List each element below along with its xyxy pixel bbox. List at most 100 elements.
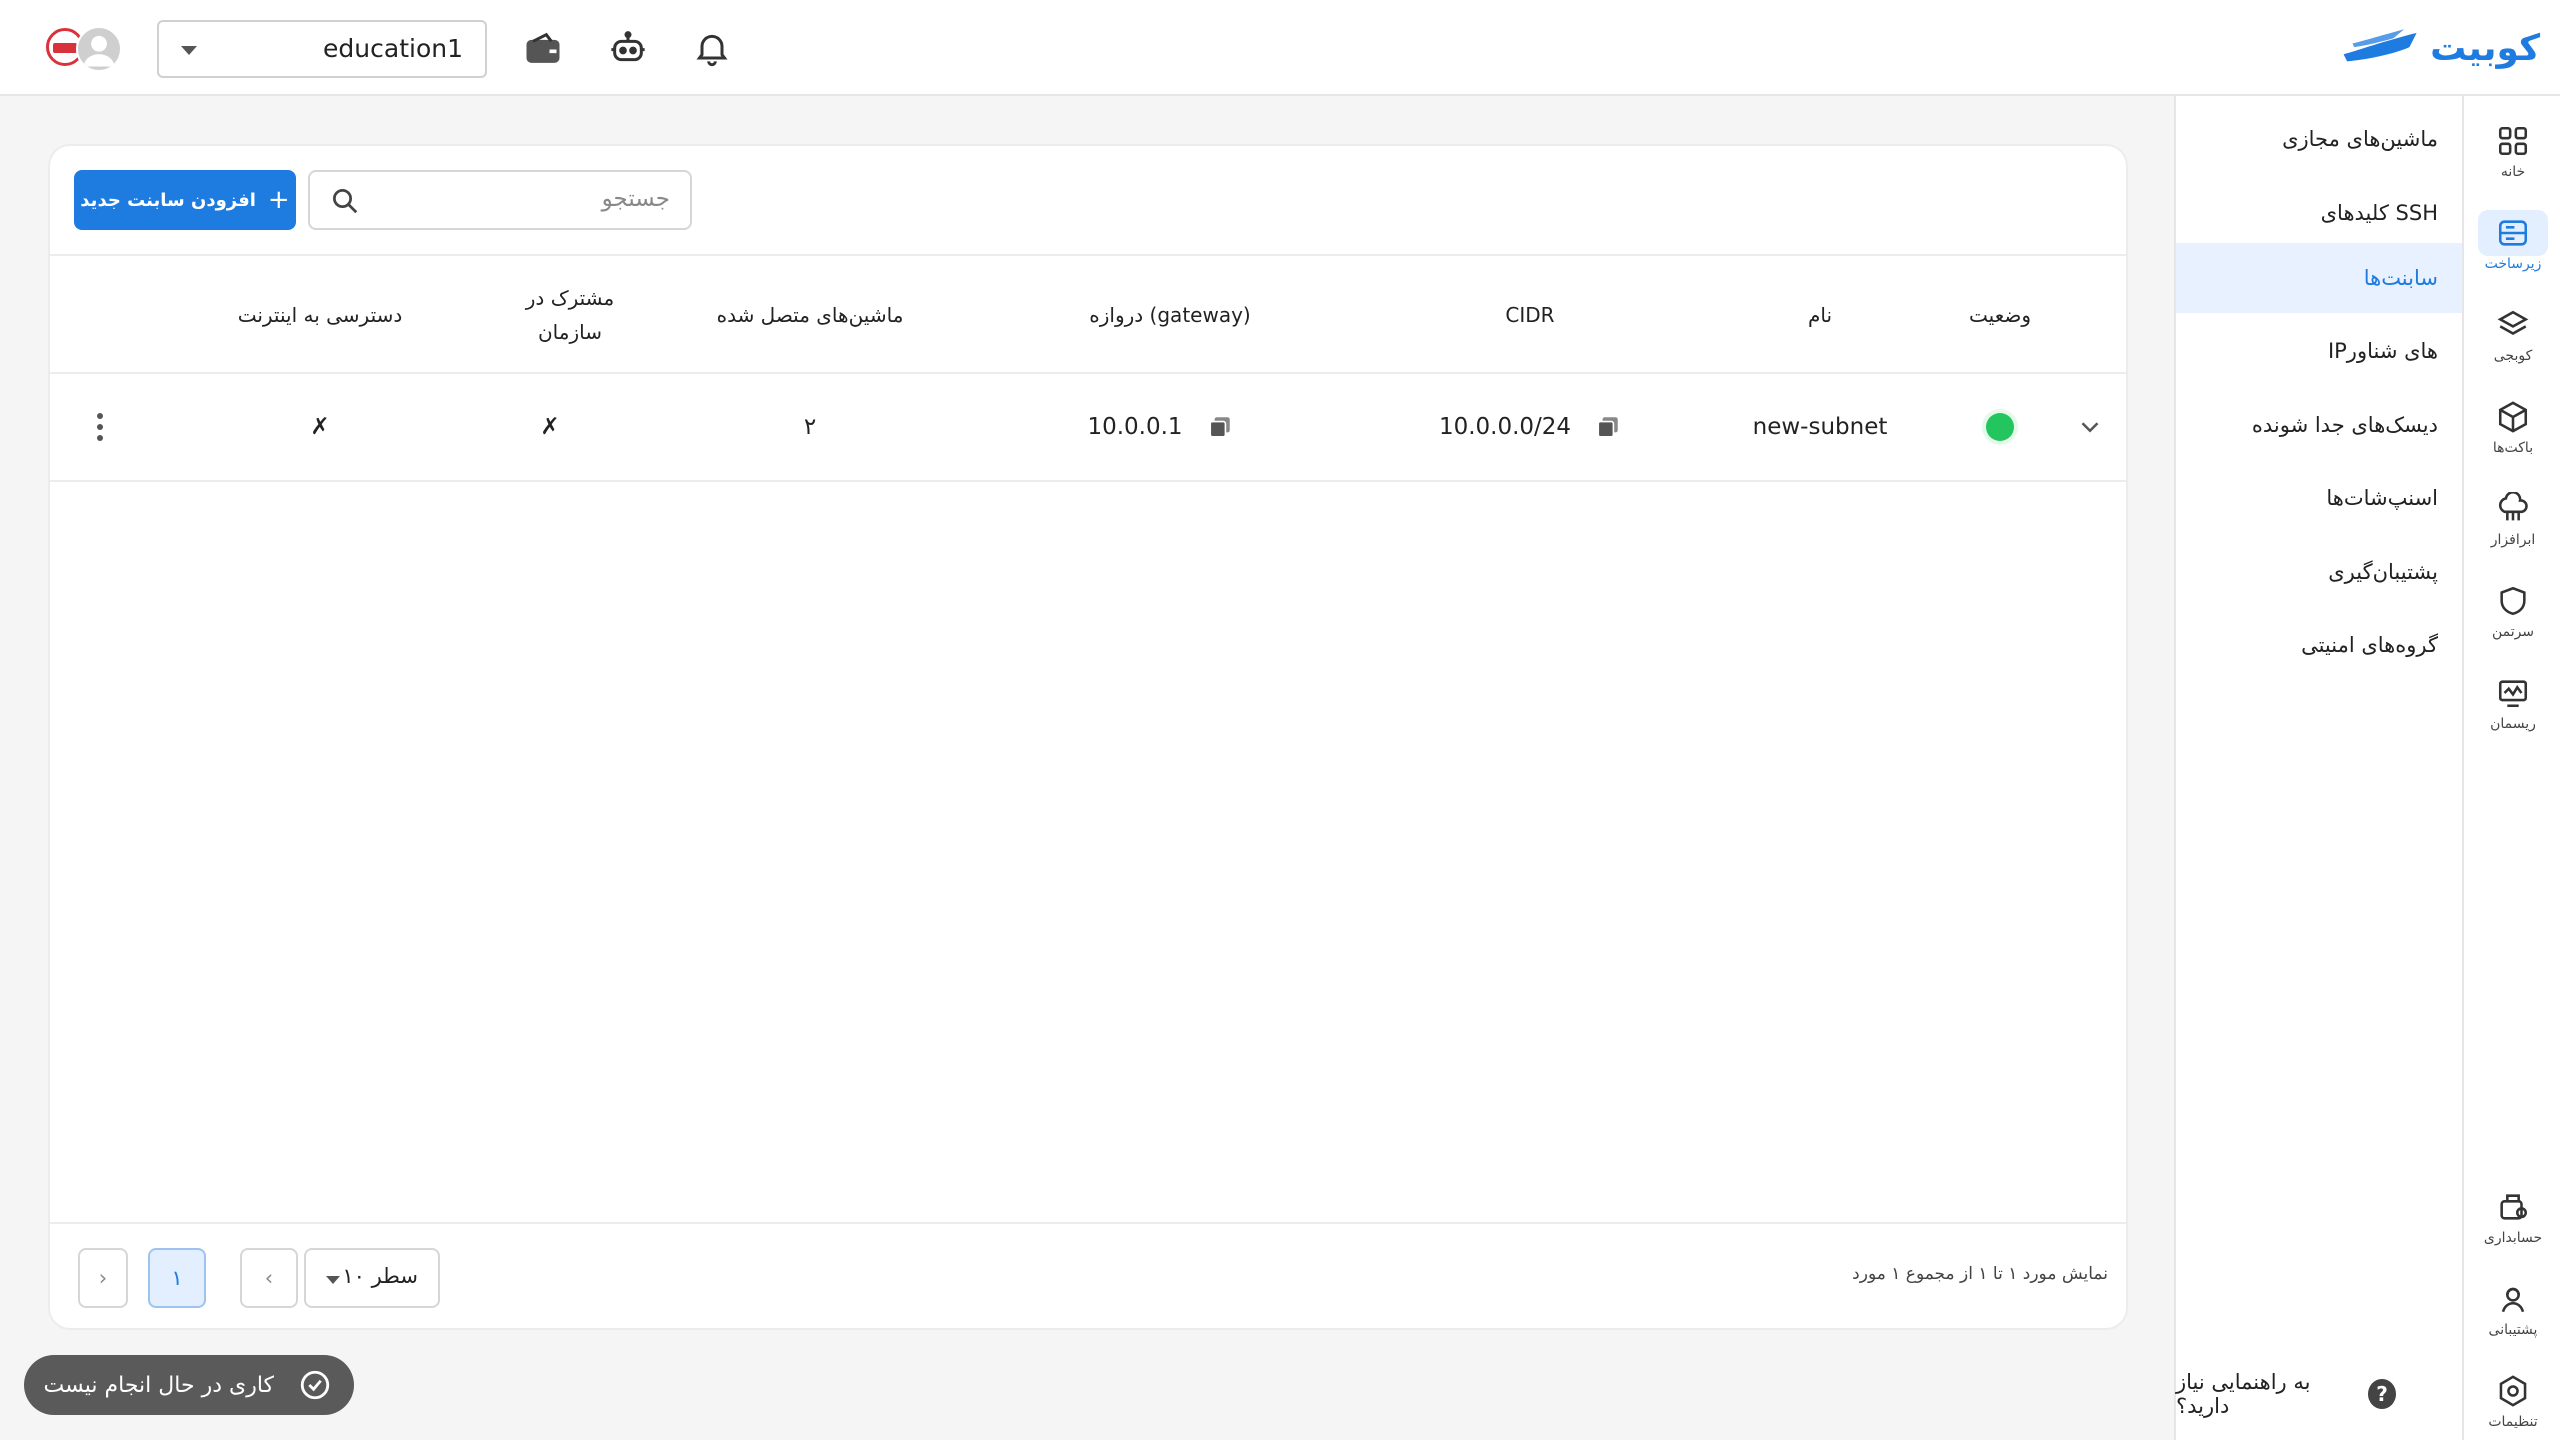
rail-item-label: خانه <box>2500 164 2526 180</box>
table-footer: نمایش مورد ۱ تا ۱ از مجموع ۱ مورد ۱۰ سطر… <box>50 1222 2126 1328</box>
check-circle-icon <box>300 1370 330 1400</box>
column-header-internet: دسترسی به اینترنت <box>237 303 403 327</box>
rows-per-page-value: ۱۰ سطر <box>342 1264 418 1288</box>
chevron-right-icon: › <box>98 1266 108 1290</box>
pagination-prev-button[interactable]: › <box>78 1248 128 1308</box>
row-shared: ✗ <box>540 414 560 440</box>
rail-item-home[interactable]: خانه <box>2464 110 2560 194</box>
row-gateway: 10.0.0.1 <box>1010 374 1310 480</box>
icon-rail: خانه زیرساخت کوبجی باکت‌ها ابرافزار سرتم… <box>2462 96 2560 1440</box>
task-status-text: کاری در حال انجام نیست <box>43 1372 274 1398</box>
rail-item-cloud-app[interactable]: ابرافزار <box>2464 478 2560 562</box>
submenu-item-label: IPهای شناور <box>2327 339 2438 363</box>
user-icon <box>83 35 115 67</box>
row-internet: ✗ <box>310 414 330 440</box>
copy-icon[interactable] <box>1595 414 1621 440</box>
kebab-menu-icon <box>97 413 103 441</box>
rail-item-label: کوبجی <box>2493 348 2533 364</box>
cloud-app-icon <box>2498 492 2528 521</box>
brand-logo-text: کوبیت <box>2430 27 2541 69</box>
accounting-icon <box>2500 1194 2528 1220</box>
grid-icon <box>2498 126 2528 156</box>
table-row[interactable]: new-subnet 10.0.0.0/24 10.0.0.1 ۲ ✗ ✗ <box>50 374 2126 482</box>
row-actions-button[interactable] <box>78 374 122 480</box>
rail-item-label: حسابداری <box>2483 1230 2543 1246</box>
submenu-item-label: کلیدهای SSH <box>2320 201 2438 225</box>
column-header-gateway: دروازه (gateway) <box>1089 303 1251 327</box>
rail-item-buckets[interactable]: باکت‌ها <box>2464 386 2560 470</box>
support-icon <box>2501 1287 2525 1313</box>
wallet-button[interactable] <box>521 26 565 70</box>
rail-item-support[interactable]: پشتیبانی <box>2464 1268 2560 1352</box>
row-status <box>1930 374 2070 480</box>
layers-icon <box>2497 310 2529 335</box>
search-icon <box>333 189 358 214</box>
column-header-machines: ماشین‌های متصل شده <box>716 303 904 327</box>
table-header: وضعیت نام CIDR دروازه (gateway) ماشین‌ها… <box>50 254 2126 374</box>
submenu-item-snapshots[interactable]: اسنپ‌شات‌ها <box>2176 463 2462 533</box>
submenu-item-backups[interactable]: پشتیبان‌گیری <box>2176 537 2462 607</box>
caret-down-icon <box>181 46 197 55</box>
help-link[interactable]: ? به راهنمایی نیاز دارید؟ <box>2176 1370 2396 1418</box>
rows-per-page-select[interactable]: ۱۰ سطر <box>304 1248 440 1308</box>
submenu-item-label: ماشین‌های مجازی <box>2282 127 2438 151</box>
subnets-card: + افزودن سابنت جدید جستجو وضعیت نام CIDR… <box>48 144 2128 1330</box>
robot-button[interactable] <box>606 26 650 70</box>
submenu-item-ssh-keys[interactable]: کلیدهای SSH <box>2176 178 2462 248</box>
row-cidr: 10.0.0.0/24 <box>1370 374 1690 480</box>
add-subnet-button[interactable]: + افزودن سابنت جدید <box>74 170 296 230</box>
organization-select-value: education1 <box>323 34 463 63</box>
search-input[interactable]: جستجو <box>308 170 692 230</box>
submenu-item-label: پشتیبان‌گیری <box>2328 560 2438 584</box>
help-text: به راهنمایی نیاز دارید؟ <box>2176 1370 2311 1418</box>
column-header-status: وضعیت <box>1969 303 2031 327</box>
status-dot <box>1986 413 2014 441</box>
column-header-shared: مشترک در سازمان <box>450 256 690 374</box>
rail-item-label: سرتمن <box>2491 624 2535 640</box>
row-name: new-subnet <box>1752 414 1888 440</box>
rail-item-accounting[interactable]: حسابداری <box>2464 1176 2560 1260</box>
column-header-cidr: CIDR <box>1505 303 1555 327</box>
monitor-icon <box>2498 680 2528 708</box>
copy-icon[interactable] <box>1207 414 1233 440</box>
shield-icon <box>2500 586 2526 616</box>
rail-item-label: ریسمان <box>2490 716 2536 732</box>
rail-item-infrastructure[interactable]: زیرساخت <box>2464 202 2560 286</box>
plus-icon: + <box>267 185 290 215</box>
pagination-next-button[interactable]: ‹ <box>240 1248 298 1308</box>
rail-item-label: باکت‌ها <box>2492 440 2534 456</box>
rail-item-label: پشتیبانی <box>2488 1322 2538 1338</box>
rail-item-sartaman[interactable]: سرتمن <box>2464 570 2560 654</box>
row-machines: ۲ <box>803 414 817 440</box>
top-header: کوبیت education1 <box>0 0 2560 96</box>
notification-bell-button[interactable] <box>690 26 734 70</box>
brand-logo[interactable]: کوبیت <box>2340 20 2541 76</box>
column-header-shared-line2: سازمان <box>537 320 602 344</box>
help-icon: ? <box>2368 1379 2396 1409</box>
submenu-item-label: گروه‌های امنیتی <box>2301 633 2438 657</box>
submenu-item-floating-ips[interactable]: IPهای شناور <box>2176 316 2462 386</box>
cube-icon <box>2498 401 2528 433</box>
robot-icon <box>611 31 645 62</box>
submenu-item-detachable-disks[interactable]: دیسک‌های جدا شونده <box>2176 390 2462 460</box>
submenu-item-virtual-machines[interactable]: ماشین‌های مجازی <box>2176 104 2462 174</box>
user-menu[interactable] <box>46 24 126 74</box>
rail-item-settings[interactable]: تنظیمات <box>2464 1360 2560 1440</box>
row-cidr-value: 10.0.0.0/24 <box>1438 414 1572 440</box>
infrastructure-submenu: ماشین‌های مجازی کلیدهای SSH سابنت‌ها IPه… <box>2174 96 2462 1440</box>
rail-item-label: زیرساخت <box>2484 256 2542 272</box>
rail-item-kubeji[interactable]: کوبجی <box>2464 294 2560 378</box>
avatar[interactable] <box>76 26 122 72</box>
submenu-item-subnets[interactable]: سابنت‌ها <box>2176 243 2462 313</box>
search-placeholder: جستجو <box>601 186 670 212</box>
brand-boat-icon <box>2343 29 2417 62</box>
submenu-item-security-groups[interactable]: گروه‌های امنیتی <box>2176 610 2462 680</box>
pagination-range-text: نمایش مورد ۱ تا ۱ از مجموع ۱ مورد <box>1852 1264 2108 1284</box>
rail-item-rismaan[interactable]: ریسمان <box>2464 662 2560 746</box>
organization-select[interactable]: education1 <box>157 20 487 78</box>
rail-item-label: تنظیمات <box>2488 1414 2538 1430</box>
settings-icon <box>2499 1375 2527 1407</box>
task-status-toast[interactable]: کاری در حال انجام نیست <box>24 1355 354 1415</box>
pagination-page-1[interactable]: ۱ <box>148 1248 206 1308</box>
submenu-item-label: دیسک‌های جدا شونده <box>2251 413 2438 437</box>
